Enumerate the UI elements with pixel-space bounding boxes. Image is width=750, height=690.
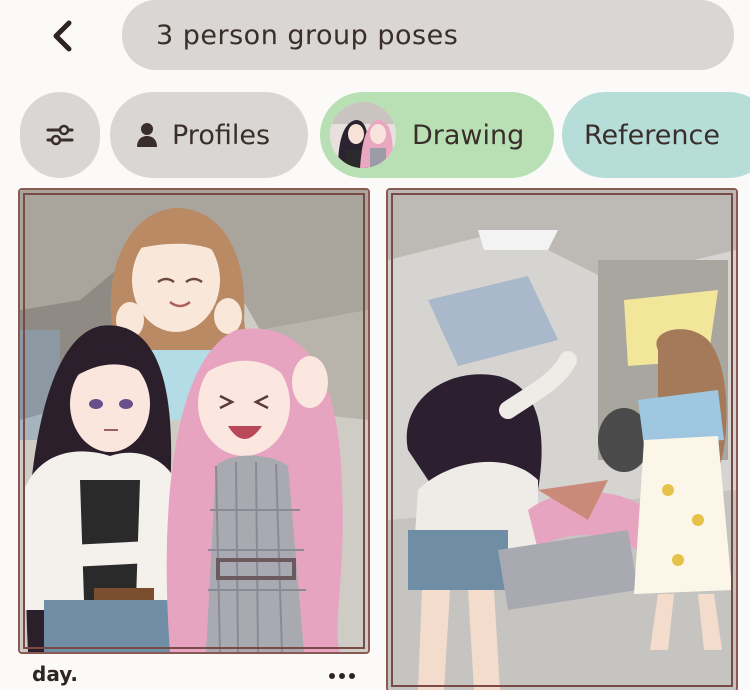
person-icon	[137, 123, 157, 147]
chevron-left-icon	[53, 20, 72, 52]
pin-image	[388, 190, 736, 690]
pin-card[interactable]	[18, 188, 370, 654]
pin-image	[20, 190, 368, 652]
back-button[interactable]	[34, 8, 90, 64]
pin-caption: day.	[32, 662, 78, 686]
ellipsis-dot	[339, 673, 345, 679]
reference-chip-label: Reference	[584, 119, 720, 151]
drawing-chip-thumbnail	[330, 102, 396, 168]
reference-chip[interactable]: Reference	[562, 92, 750, 178]
profiles-chip[interactable]: Profiles	[110, 92, 308, 178]
profiles-chip-label: Profiles	[172, 119, 271, 151]
pin-card[interactable]	[386, 188, 738, 690]
search-results-page: 3 person group poses Profiles Drawing Re…	[0, 0, 750, 690]
more-options-button[interactable]	[322, 664, 362, 688]
search-input[interactable]: 3 person group poses	[122, 0, 734, 70]
drawing-chip-label: Drawing	[412, 119, 525, 151]
drawing-chip[interactable]: Drawing	[320, 92, 554, 178]
ellipsis-dot	[349, 673, 355, 679]
sliders-icon	[46, 124, 74, 146]
filter-button[interactable]	[20, 92, 100, 178]
search-query-text: 3 person group poses	[156, 19, 459, 51]
ellipsis-icon	[329, 673, 335, 679]
